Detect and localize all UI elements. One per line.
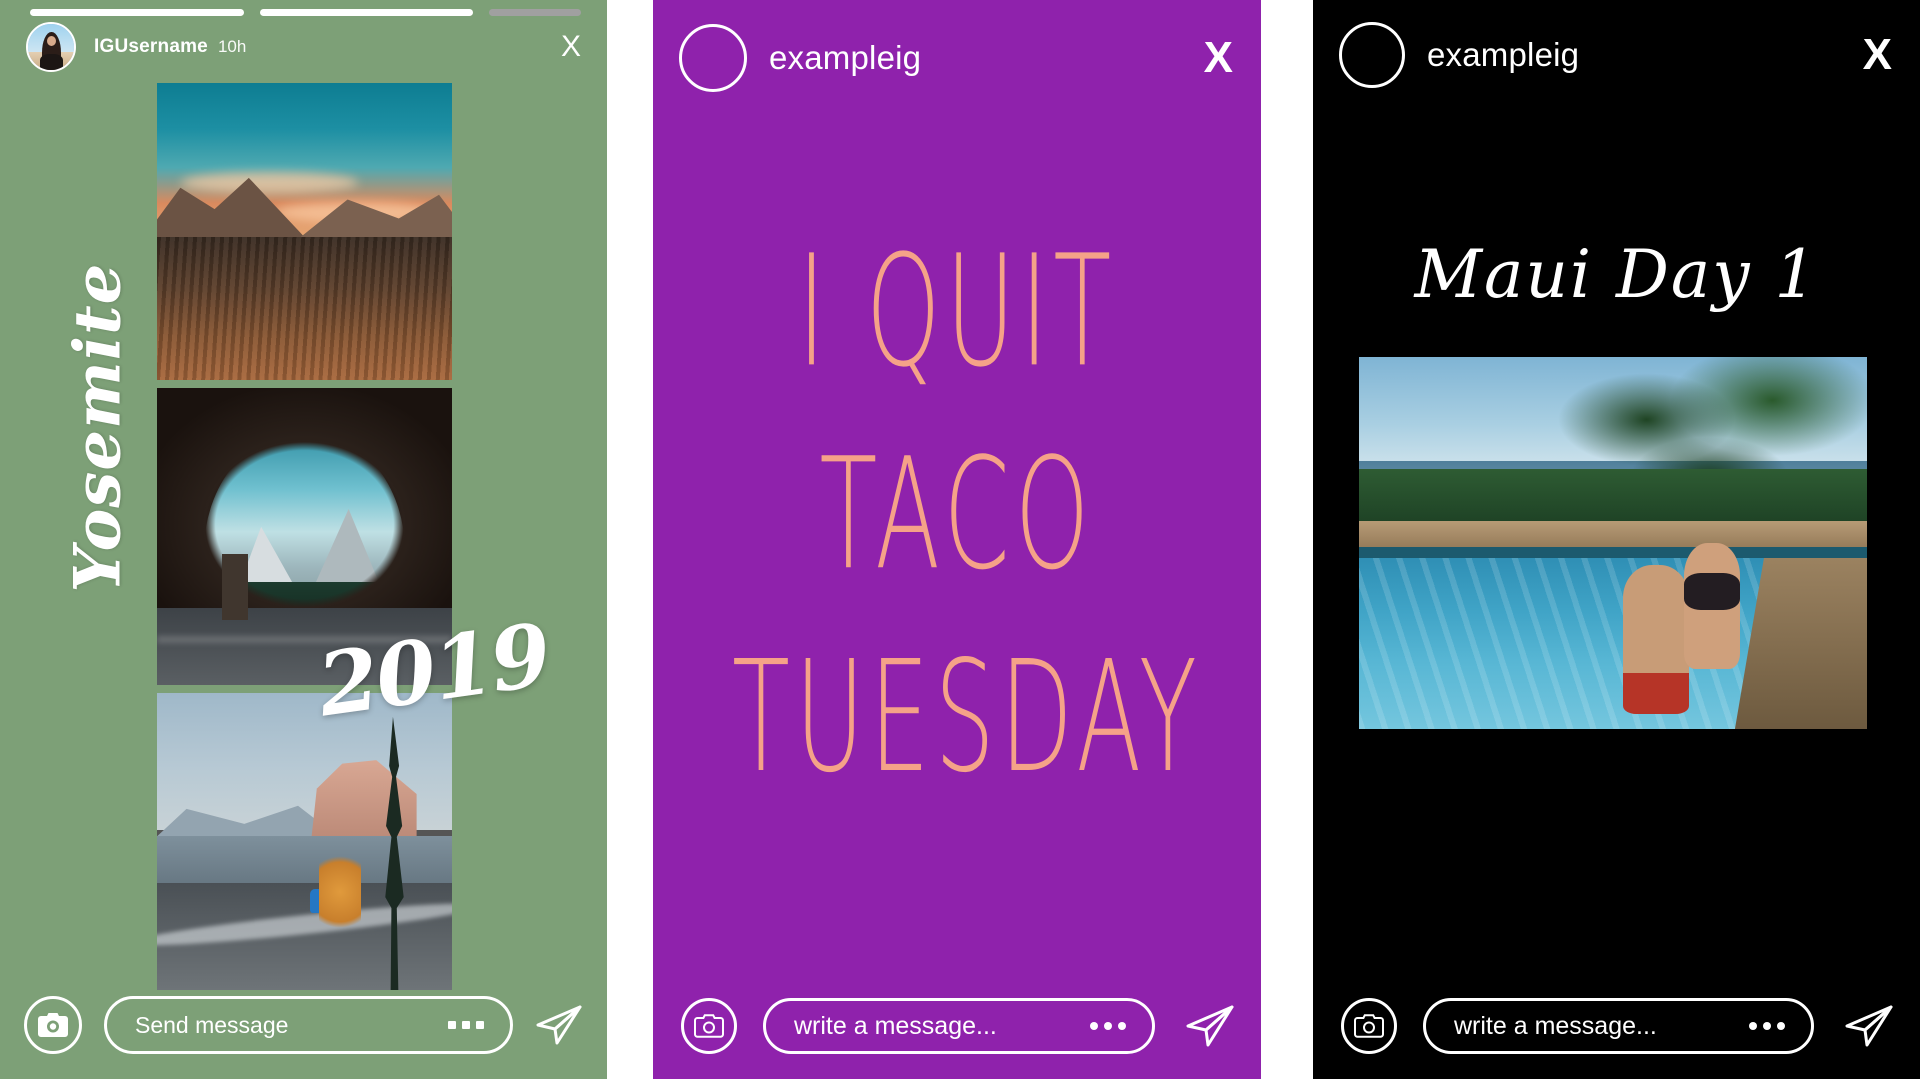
- story-footer: Send message: [0, 996, 607, 1054]
- write-message-placeholder: write a message...: [794, 1011, 997, 1040]
- story-footer: write a message...: [1313, 998, 1920, 1054]
- username-label[interactable]: IGUsername: [94, 36, 208, 58]
- story-header: exampleig X: [1313, 22, 1920, 88]
- close-icon[interactable]: X: [1863, 33, 1892, 77]
- send-message-placeholder: Send message: [135, 1011, 289, 1038]
- progress-segment-1[interactable]: [30, 9, 244, 16]
- avatar[interactable]: [1339, 22, 1405, 88]
- timestamp-label: 10h: [217, 37, 247, 56]
- camera-icon[interactable]: [681, 998, 737, 1054]
- username-label[interactable]: exampleig: [1427, 36, 1579, 74]
- avatar[interactable]: [26, 22, 76, 72]
- send-message-input[interactable]: Send message: [104, 996, 513, 1054]
- photo-stack: [157, 83, 452, 998]
- write-message-placeholder: write a message...: [1454, 1011, 1657, 1040]
- more-dots-icon[interactable]: [1749, 1022, 1785, 1030]
- story-header: exampleig X: [653, 24, 1261, 92]
- close-icon[interactable]: X: [561, 32, 581, 62]
- photo-yosemite-half-dome-road[interactable]: [157, 693, 452, 990]
- story-header: IGUsername 10h X: [0, 22, 607, 72]
- story-panel-yosemite: IGUsername 10h X Yosemite 2019 Send mess…: [0, 0, 607, 1079]
- stories-screenshot-root: IGUsername 10h X Yosemite 2019 Send mess…: [0, 0, 1920, 1079]
- avatar[interactable]: [679, 24, 747, 92]
- sticker-text-maui-day-1[interactable]: Maui Day 1: [1313, 236, 1920, 313]
- close-icon[interactable]: X: [1204, 36, 1233, 80]
- story-progress-bar: [30, 9, 581, 16]
- send-paper-plane-icon[interactable]: [1185, 1004, 1235, 1048]
- username-label[interactable]: exampleig: [769, 39, 921, 77]
- send-paper-plane-icon[interactable]: [535, 1004, 583, 1046]
- camera-icon[interactable]: [24, 996, 82, 1054]
- photo-yosemite-valley-sunset[interactable]: [157, 83, 452, 380]
- story-panel-maui: exampleig X Maui Day 1 write a message..…: [1313, 0, 1920, 1079]
- write-message-input[interactable]: write a message...: [763, 998, 1155, 1054]
- story-footer: write a message...: [653, 998, 1261, 1054]
- sticker-text-taco-tuesday[interactable]: I QUIT TACO TUESDAY: [732, 212, 1197, 820]
- progress-segment-2[interactable]: [259, 9, 474, 16]
- more-dots-icon[interactable]: [448, 1021, 484, 1029]
- sticker-text-yosemite[interactable]: Yosemite: [61, 263, 136, 593]
- camera-icon[interactable]: [1341, 998, 1397, 1054]
- more-dots-icon[interactable]: [1090, 1022, 1126, 1030]
- send-paper-plane-icon[interactable]: [1844, 1004, 1894, 1048]
- write-message-input[interactable]: write a message...: [1423, 998, 1814, 1054]
- photo-maui-pool-couple[interactable]: [1359, 357, 1867, 729]
- progress-segment-3[interactable]: [489, 9, 581, 16]
- story-panel-taco: exampleig X I QUIT TACO TUESDAY write a …: [653, 0, 1261, 1079]
